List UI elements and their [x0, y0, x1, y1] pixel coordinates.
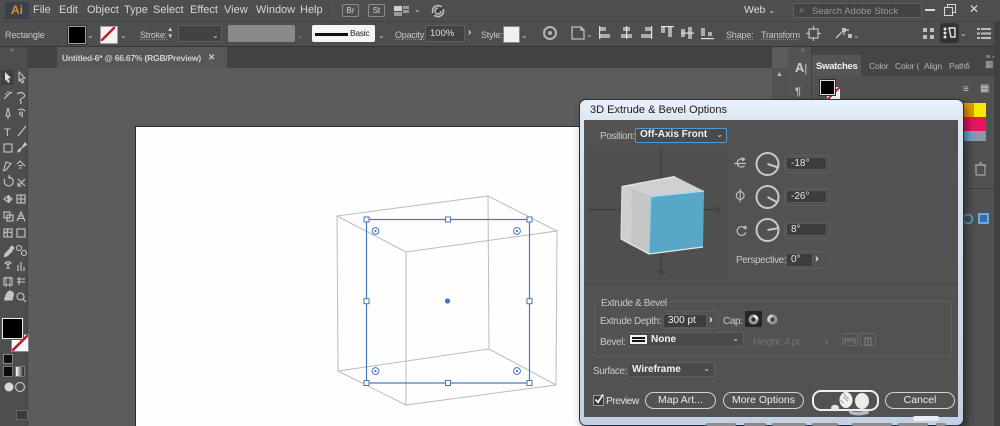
svg-text:T: T — [4, 127, 11, 139]
